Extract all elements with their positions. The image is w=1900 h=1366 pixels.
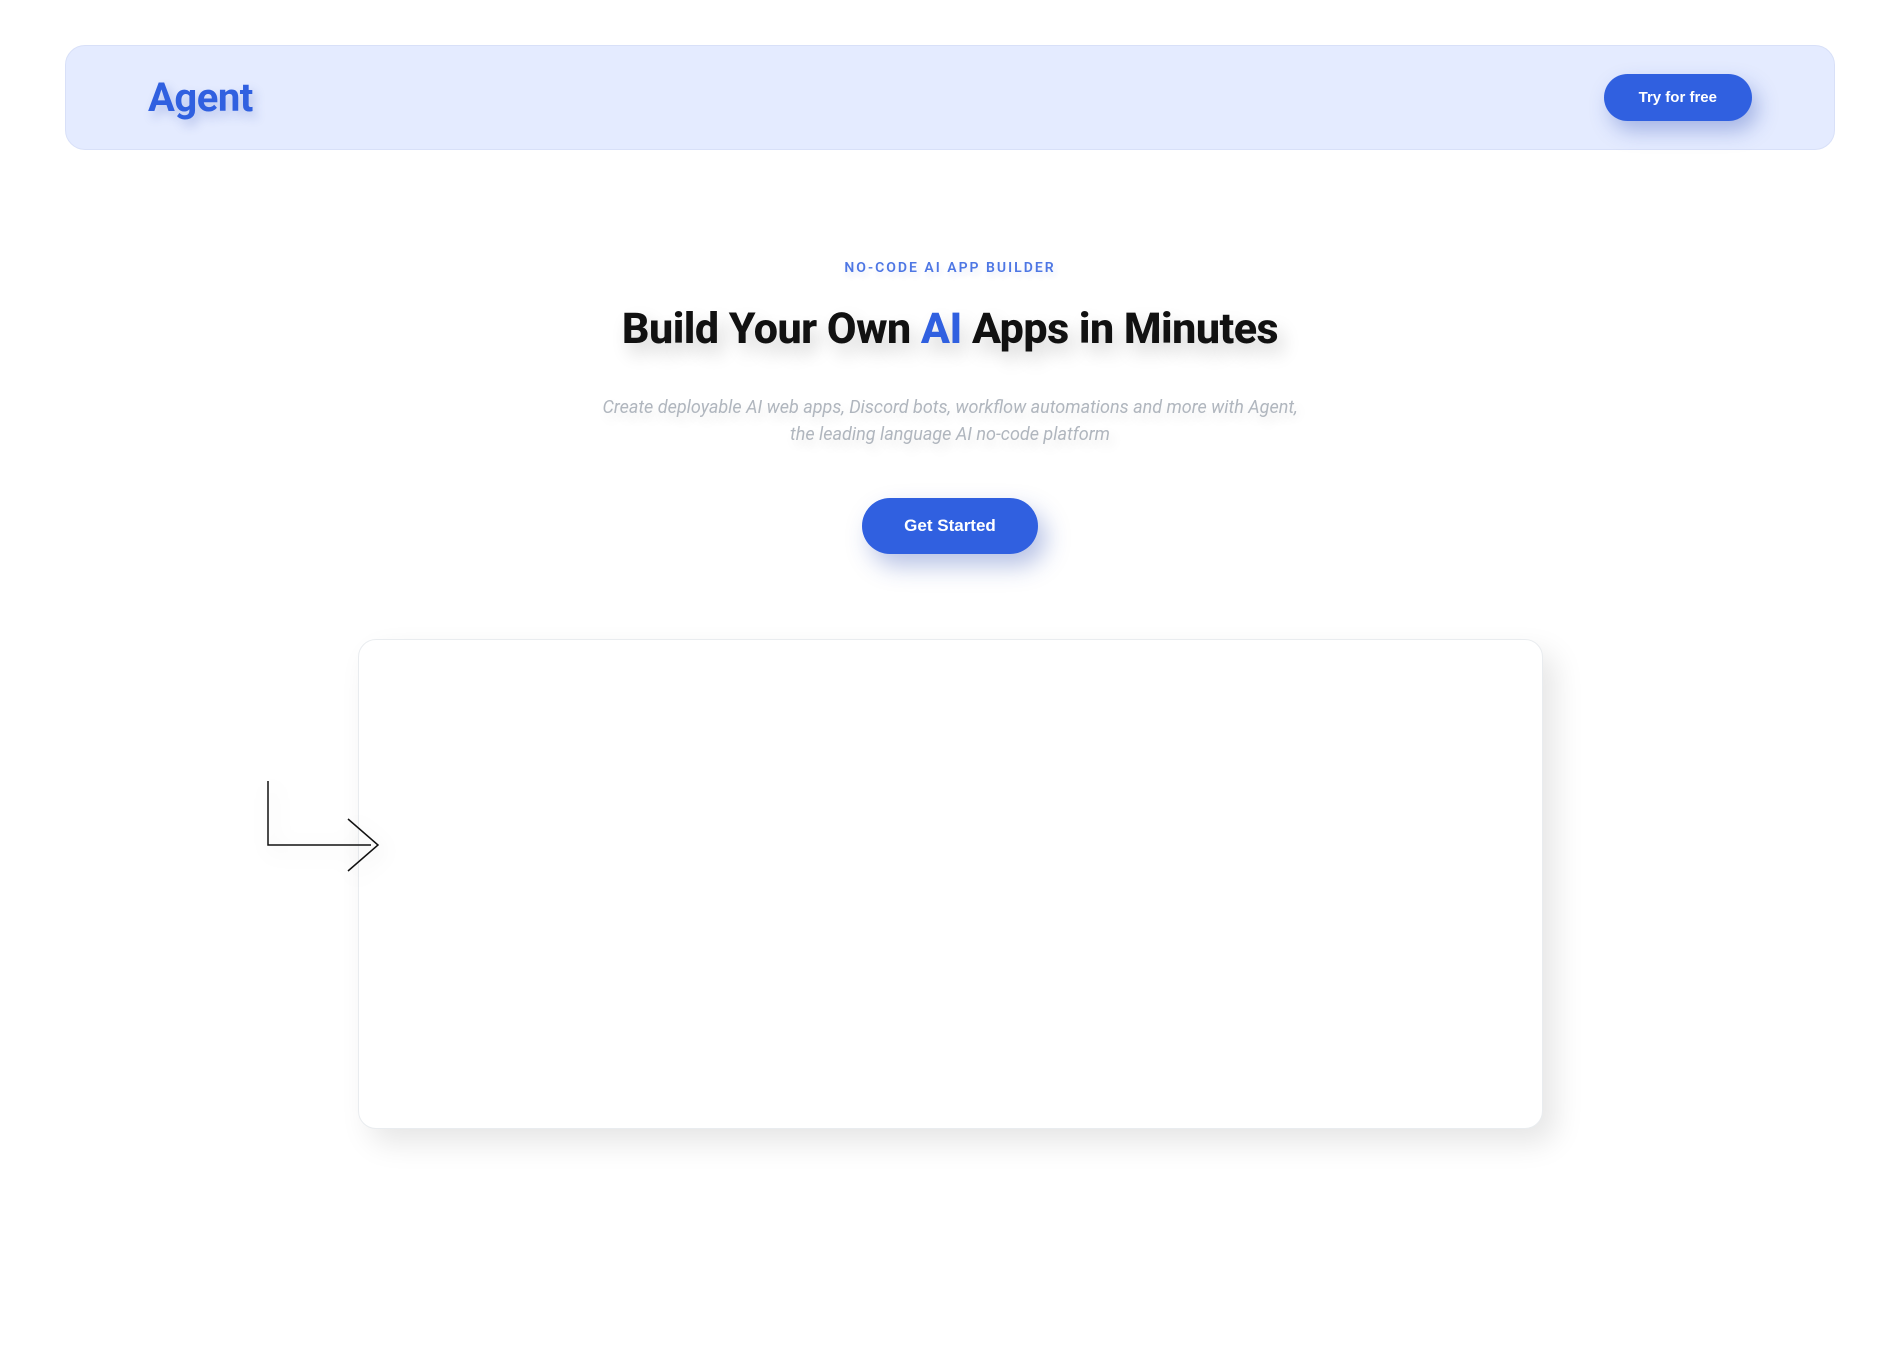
hero-eyebrow: NO-CODE AI APP BUILDER: [0, 260, 1900, 276]
hero-section: NO-CODE AI APP BUILDER Build Your Own AI…: [0, 260, 1900, 1129]
preview-card: [358, 639, 1543, 1129]
get-started-button[interactable]: Get Started: [862, 498, 1038, 554]
headline-text-post: Apps in Minutes: [962, 304, 1278, 354]
header-bar: Agent Try for free: [65, 45, 1835, 150]
headline-accent: AI: [921, 304, 962, 354]
hero-subheadline: Create deployable AI web apps, Discord b…: [590, 394, 1310, 448]
headline-text-pre: Build Your Own: [622, 304, 921, 354]
hero-headline: Build Your Own AI Apps in Minutes: [0, 304, 1900, 354]
arrow-decoration-icon: [263, 779, 398, 884]
try-for-free-button[interactable]: Try for free: [1604, 74, 1752, 121]
logo[interactable]: Agent: [148, 74, 253, 121]
preview-wrapper: [358, 639, 1543, 1129]
